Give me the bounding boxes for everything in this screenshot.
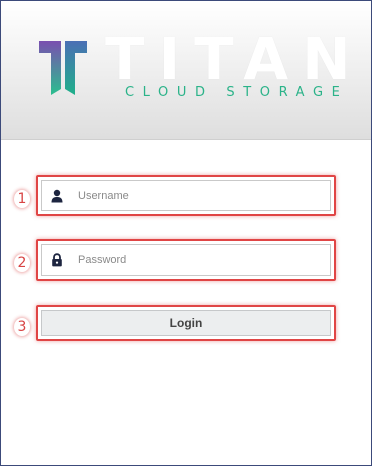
titan-t-logo-icon — [39, 41, 87, 95]
brand-tagline: CLOUD STORAGE — [125, 85, 349, 100]
login-button[interactable]: Login — [41, 310, 331, 336]
login-window: TITAN CLOUD STORAGE 1 2 — [0, 0, 372, 466]
login-highlight: Login — [36, 305, 336, 341]
step-number-1: 1 — [14, 190, 30, 208]
step-number-3: 3 — [14, 318, 30, 336]
brand-name: TITAN — [105, 25, 365, 93]
user-icon — [50, 189, 64, 203]
password-highlight — [36, 239, 336, 281]
username-field[interactable] — [41, 180, 331, 211]
password-input[interactable] — [76, 253, 330, 267]
lock-icon — [50, 253, 64, 267]
brand-header: TITAN CLOUD STORAGE — [1, 1, 371, 140]
step-number-2: 2 — [14, 254, 30, 272]
login-form: 1 2 — [1, 140, 371, 465]
username-highlight — [36, 175, 336, 216]
password-field[interactable] — [41, 244, 331, 276]
username-input[interactable] — [76, 188, 330, 203]
